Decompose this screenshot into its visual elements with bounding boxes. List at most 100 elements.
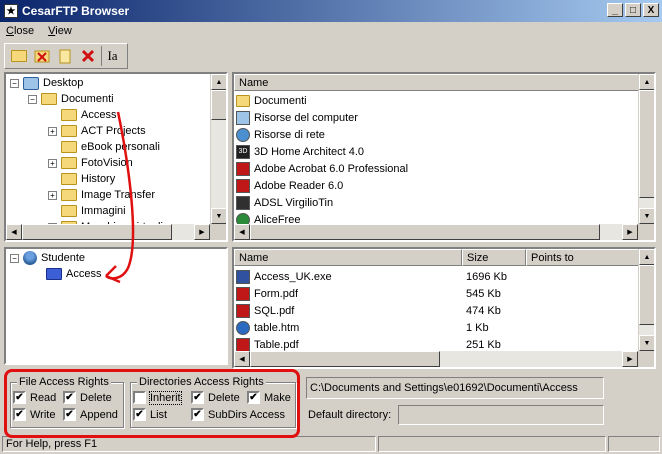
local-folder-tree[interactable]: − Desktop − Documenti Access + ACT Proje… <box>4 72 228 242</box>
pdf-icon <box>236 286 250 301</box>
tree-item-fotovision[interactable]: + FotoVision <box>48 155 133 171</box>
scroll-up-icon[interactable]: ▲ <box>211 74 226 90</box>
adsl-icon <box>236 195 250 210</box>
vertical-scrollbar[interactable]: ▲ ▼ <box>638 74 654 224</box>
scroll-right-icon[interactable]: ▶ <box>622 351 638 367</box>
table-row[interactable]: SQL.pdf <box>236 302 294 319</box>
tree-item-access-remote[interactable]: Access <box>46 266 101 282</box>
folder-icon <box>61 141 77 153</box>
acrobat-icon <box>236 161 250 176</box>
folder-icon <box>61 157 77 169</box>
toolbar: Ia <box>4 43 128 69</box>
horizontal-scrollbar[interactable]: ◀ ▶ <box>6 224 210 240</box>
status-panel <box>608 436 660 452</box>
minimize-button[interactable]: _ <box>607 3 623 17</box>
expand-icon[interactable]: + <box>48 190 57 200</box>
scroll-up-icon[interactable]: ▲ <box>639 74 654 90</box>
tree-item-history[interactable]: History <box>61 171 115 187</box>
menu-view[interactable]: View <box>48 25 72 37</box>
scrollbar-corner <box>638 351 654 367</box>
scroll-right-icon[interactable]: ▶ <box>194 224 210 240</box>
table-row[interactable]: Form.pdf <box>236 285 298 302</box>
maximize-button[interactable]: □ <box>625 3 641 17</box>
reader-icon <box>236 178 250 193</box>
tree-item-documenti[interactable]: − Documenti <box>28 91 114 107</box>
size-cell: 1 Kb <box>466 321 489 334</box>
collapse-icon[interactable]: − <box>10 253 19 263</box>
folder-icon <box>41 93 57 105</box>
column-header-name[interactable]: Name <box>234 249 462 266</box>
column-header-size[interactable]: Size <box>462 249 526 266</box>
pdf-icon <box>236 303 250 318</box>
scroll-thumb[interactable] <box>250 224 600 240</box>
tree-item-desktop[interactable]: − Desktop <box>10 75 83 91</box>
table-row[interactable]: table.htm <box>236 319 299 336</box>
user-folder-tree[interactable]: − Studente Access <box>4 247 228 365</box>
list-item[interactable]: Risorse di rete <box>236 126 325 143</box>
table-row[interactable]: Access_UK.exe <box>236 268 332 285</box>
pdf-icon <box>236 337 250 352</box>
scroll-down-icon[interactable]: ▼ <box>639 335 654 351</box>
scroll-up-icon[interactable]: ▲ <box>639 249 654 265</box>
title-bar: ★ CesarFTP Browser _ □ X <box>0 0 662 22</box>
delete-folder-button[interactable] <box>32 46 52 66</box>
horizontal-scrollbar[interactable]: ◀ ▶ <box>234 351 638 367</box>
tree-item-studente[interactable]: − Studente <box>10 250 85 266</box>
folder-icon <box>61 125 77 137</box>
close-button[interactable]: X <box>643 3 659 17</box>
list-item[interactable]: Documenti <box>236 92 307 109</box>
folder-icon <box>236 94 250 107</box>
tree-item-immagini[interactable]: Immagini <box>61 203 126 219</box>
exe-icon <box>236 269 250 284</box>
scroll-thumb[interactable] <box>22 224 172 240</box>
column-header-name[interactable]: Name <box>234 74 640 91</box>
scroll-left-icon[interactable]: ◀ <box>234 351 250 367</box>
scroll-left-icon[interactable]: ◀ <box>6 224 22 240</box>
folder-icon <box>61 173 77 185</box>
list-item[interactable]: Adobe Reader 6.0 <box>236 177 343 194</box>
horizontal-scrollbar[interactable]: ◀ ▶ <box>234 224 638 240</box>
tree-item-image-transfer[interactable]: + Image Transfer <box>48 187 155 203</box>
collapse-icon[interactable]: − <box>10 78 19 88</box>
folder-icon <box>46 268 62 280</box>
menu-close[interactable]: Close <box>6 25 34 37</box>
new-file-button[interactable] <box>55 46 75 66</box>
network-icon <box>236 127 250 142</box>
expand-icon[interactable]: + <box>48 158 57 168</box>
highlight-annotation <box>4 369 300 438</box>
scroll-thumb[interactable] <box>250 351 440 367</box>
rename-button[interactable]: Ia <box>101 46 123 66</box>
list-item[interactable]: Adobe Acrobat 6.0 Professional <box>236 160 408 177</box>
vertical-scrollbar[interactable]: ▲ ▼ <box>210 74 226 224</box>
tree-item-access[interactable]: Access <box>61 107 116 123</box>
scroll-thumb[interactable] <box>211 90 226 120</box>
app-icon: 3D <box>236 144 250 159</box>
remote-file-list[interactable]: Name Size Points to Access_UK.exe 1696 K… <box>232 247 656 369</box>
scroll-thumb[interactable] <box>639 90 654 198</box>
path-display: C:\Documents and Settings\e01692\Documen… <box>306 377 604 399</box>
scroll-left-icon[interactable]: ◀ <box>234 224 250 240</box>
collapse-icon[interactable]: − <box>28 94 37 104</box>
status-text: For Help, press F1 <box>2 436 376 452</box>
size-cell: 545 Kb <box>466 287 501 300</box>
local-file-list[interactable]: Name Documenti Risorse del computer Riso… <box>232 72 656 242</box>
scroll-thumb[interactable] <box>639 265 654 325</box>
new-folder-button[interactable] <box>9 46 29 66</box>
list-item[interactable]: 3D 3D Home Architect 4.0 <box>236 143 364 160</box>
tree-item-ebook[interactable]: eBook personali <box>61 139 160 155</box>
size-cell: 1696 Kb <box>466 270 507 283</box>
scroll-down-icon[interactable]: ▼ <box>639 208 654 224</box>
expand-icon[interactable]: + <box>48 126 57 136</box>
folder-icon <box>61 205 77 217</box>
vertical-scrollbar[interactable]: ▲ ▼ <box>638 249 654 351</box>
list-item[interactable]: ADSL VirgilioTin <box>236 194 333 211</box>
size-cell: 474 Kb <box>466 304 501 317</box>
scroll-right-icon[interactable]: ▶ <box>622 224 638 240</box>
default-directory-field[interactable] <box>398 405 604 425</box>
folder-icon <box>61 109 77 121</box>
scroll-down-icon[interactable]: ▼ <box>211 208 226 224</box>
column-header-points-to[interactable]: Points to <box>526 249 640 266</box>
tree-item-act-projects[interactable]: + ACT Projects <box>48 123 146 139</box>
list-item[interactable]: Risorse del computer <box>236 109 358 126</box>
delete-button[interactable] <box>78 46 98 66</box>
